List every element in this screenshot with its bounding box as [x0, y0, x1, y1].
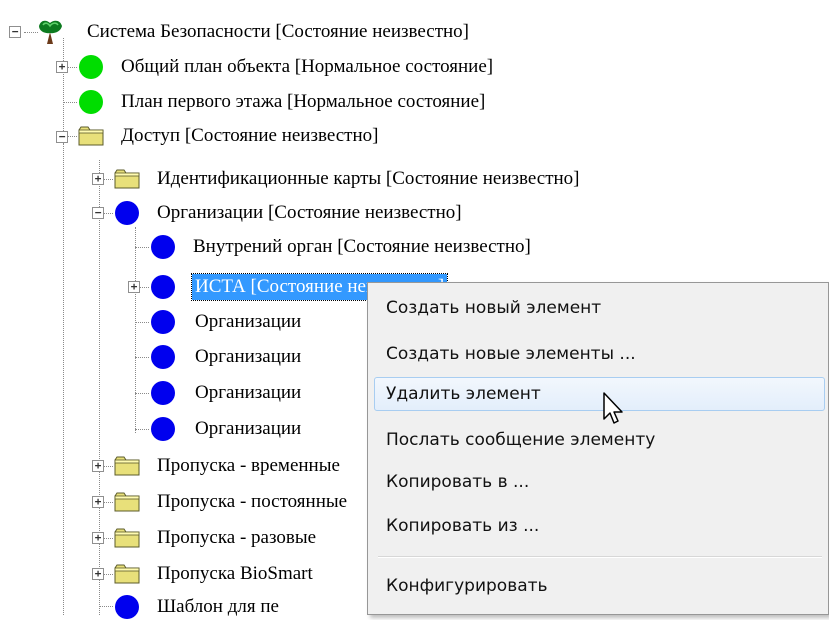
tree-node-label[interactable]: Организации: [192, 416, 304, 442]
menu-item-copy-from[interactable]: Копировать из ...: [374, 509, 825, 543]
tree-line: [63, 143, 64, 615]
expand-icon[interactable]: +: [92, 460, 104, 472]
tree-line: [99, 606, 113, 607]
tree-node-label[interactable]: Пропуска - временные: [154, 453, 343, 479]
tree-line: [135, 393, 149, 394]
menu-item-configure[interactable]: Конфигурировать: [374, 569, 825, 603]
tree-node-label[interactable]: Организации: [192, 344, 304, 370]
blue-circle-icon: [115, 201, 139, 225]
tree-line: [135, 322, 149, 323]
tree-node-label[interactable]: Пропуска BioSmart: [154, 561, 316, 587]
tree-icon: [39, 20, 62, 44]
expand-icon[interactable]: +: [92, 568, 104, 580]
blue-circle-icon: [115, 595, 139, 619]
mouse-cursor-icon: [603, 392, 623, 424]
blue-circle-icon: [151, 310, 175, 334]
tree-line: [135, 429, 149, 430]
expand-icon[interactable]: +: [56, 61, 68, 73]
blue-circle-icon: [151, 381, 175, 405]
expand-icon[interactable]: +: [92, 532, 104, 544]
menu-separator: [378, 556, 822, 558]
blue-circle-icon: [151, 275, 175, 299]
tree-node-label[interactable]: Доступ [Состояние неизвестно]: [118, 123, 381, 149]
tree-line: [63, 38, 64, 143]
tree-node-label[interactable]: Организации [Состояние неизвестно]: [154, 200, 465, 226]
blue-circle-icon: [151, 235, 175, 259]
tree-node-label[interactable]: Организации: [192, 309, 304, 335]
collapse-icon[interactable]: −: [9, 26, 21, 38]
expand-icon[interactable]: +: [92, 496, 104, 508]
folder-icon: [78, 126, 104, 146]
tree-line: [135, 247, 149, 248]
tree-node-label[interactable]: Пропуска - разовые: [154, 525, 319, 551]
blue-circle-icon: [151, 345, 175, 369]
tree-node-label[interactable]: Шаблон для пе: [154, 594, 282, 620]
tree-line: [135, 357, 149, 358]
expand-icon[interactable]: +: [92, 173, 104, 185]
tree-line: [99, 160, 100, 615]
folder-icon: [114, 564, 140, 584]
collapse-icon[interactable]: −: [92, 207, 104, 219]
blue-circle-icon: [151, 417, 175, 441]
tree-line: [135, 227, 136, 433]
folder-icon: [114, 169, 140, 189]
menu-item-create-new[interactable]: Создать новый элемент: [374, 291, 825, 325]
tree-node-label[interactable]: Идентификационные карты [Состояние неизв…: [154, 166, 583, 192]
tree-node-label[interactable]: Система Безопасности [Состояние неизвест…: [84, 19, 472, 45]
green-circle-icon: [79, 55, 103, 79]
expand-icon[interactable]: +: [128, 281, 140, 293]
menu-item-create-multiple[interactable]: Создать новые элементы ...: [374, 337, 825, 371]
tree-node-label[interactable]: План первого этажа [Нормальное состояние…: [118, 89, 488, 115]
context-menu: Создать новый элемент Создать новые элем…: [367, 282, 829, 615]
menu-item-send-message[interactable]: Послать сообщение элементу: [374, 423, 825, 457]
menu-item-delete[interactable]: Удалить элемент: [374, 377, 825, 411]
folder-icon: [114, 528, 140, 548]
tree-node-label[interactable]: Внутрений орган [Состояние неизвестно]: [190, 234, 534, 260]
tree-node-label[interactable]: Общий план объекта [Нормальное состояние…: [118, 54, 496, 80]
menu-item-copy-to[interactable]: Копировать в ...: [374, 465, 825, 499]
folder-icon: [114, 456, 140, 476]
tree-node-label[interactable]: Организации: [192, 380, 304, 406]
tree-node-label[interactable]: Пропуска - постоянные: [154, 489, 350, 515]
folder-icon: [114, 492, 140, 512]
tree-line: [24, 32, 38, 33]
green-circle-icon: [79, 90, 103, 114]
collapse-icon[interactable]: −: [56, 131, 68, 143]
tree-line: [63, 102, 77, 103]
